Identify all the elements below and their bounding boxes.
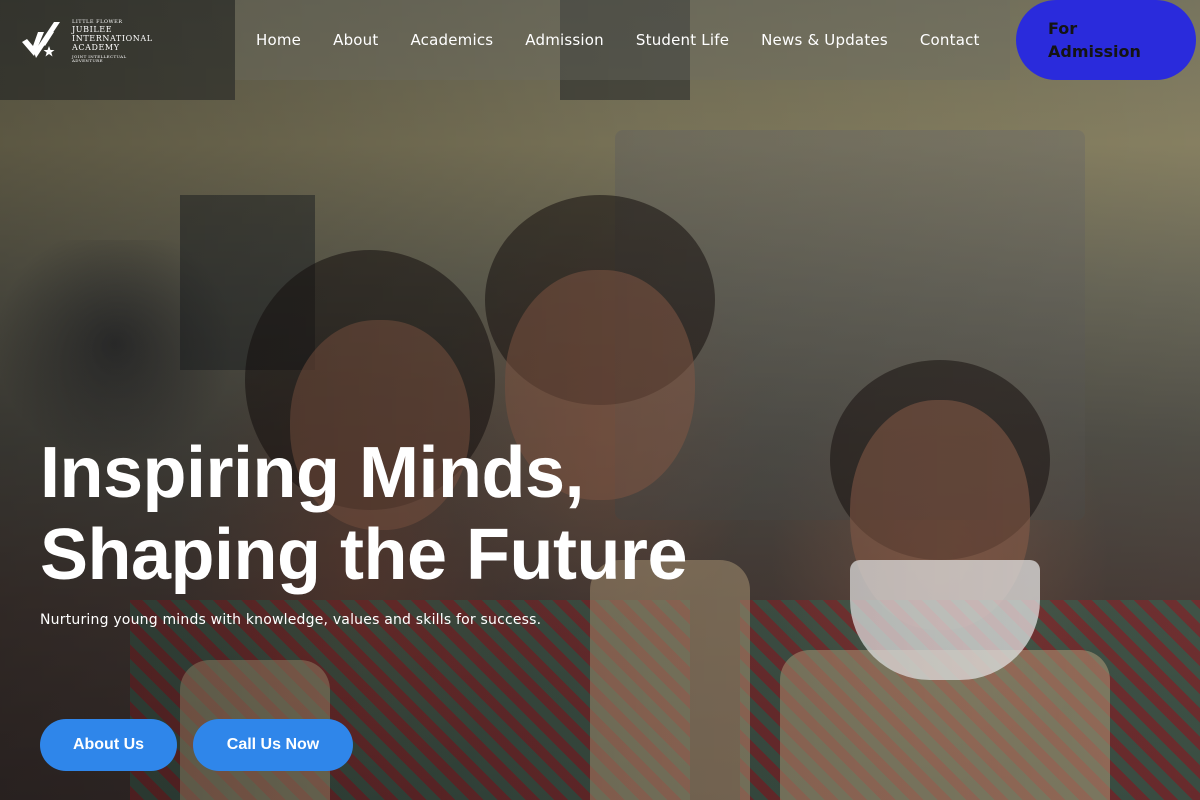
hero-title: Inspiring Minds, Shaping the Future xyxy=(40,432,687,596)
logo-line-1: JUBILEE xyxy=(72,25,113,34)
logo-line-3: ACADEMY xyxy=(72,43,120,52)
hero-title-line-1: Inspiring Minds, xyxy=(40,433,584,513)
nav-admission[interactable]: Admission xyxy=(525,31,604,49)
for-admission-button[interactable]: For Admission xyxy=(1016,0,1196,80)
call-us-now-button[interactable]: Call Us Now xyxy=(193,719,353,771)
hero-title-line-2: Shaping the Future xyxy=(40,515,687,595)
nav-student-life[interactable]: Student Life xyxy=(636,31,729,49)
nav-news-updates[interactable]: News & Updates xyxy=(761,31,888,49)
nav-about[interactable]: About xyxy=(333,31,378,49)
school-crest-icon xyxy=(22,22,60,58)
hero-subtitle: Nurturing young minds with knowledge, va… xyxy=(40,612,542,628)
admission-button-line-2: Admission xyxy=(1048,42,1141,61)
nav-home[interactable]: Home xyxy=(256,31,301,49)
admission-button-line-1: For xyxy=(1048,19,1078,38)
hero-section: LITTLE FLOWER JUBILEE INTERNATIONAL ACAD… xyxy=(0,0,1200,800)
logo-line-2: INTERNATIONAL xyxy=(72,34,153,43)
about-us-button[interactable]: About Us xyxy=(40,719,177,771)
logo-tagline: JOINT INTELLECTUAL ADVENTURE xyxy=(72,54,127,63)
nav-contact[interactable]: Contact xyxy=(920,31,980,49)
main-navigation: Home About Academics Admission Student L… xyxy=(256,0,980,80)
nav-academics[interactable]: Academics xyxy=(410,31,493,49)
image-overlay xyxy=(0,0,1200,800)
site-logo[interactable]: LITTLE FLOWER JUBILEE INTERNATIONAL ACAD… xyxy=(20,18,152,63)
logo-wordmark: LITTLE FLOWER JUBILEE INTERNATIONAL ACAD… xyxy=(72,20,153,63)
